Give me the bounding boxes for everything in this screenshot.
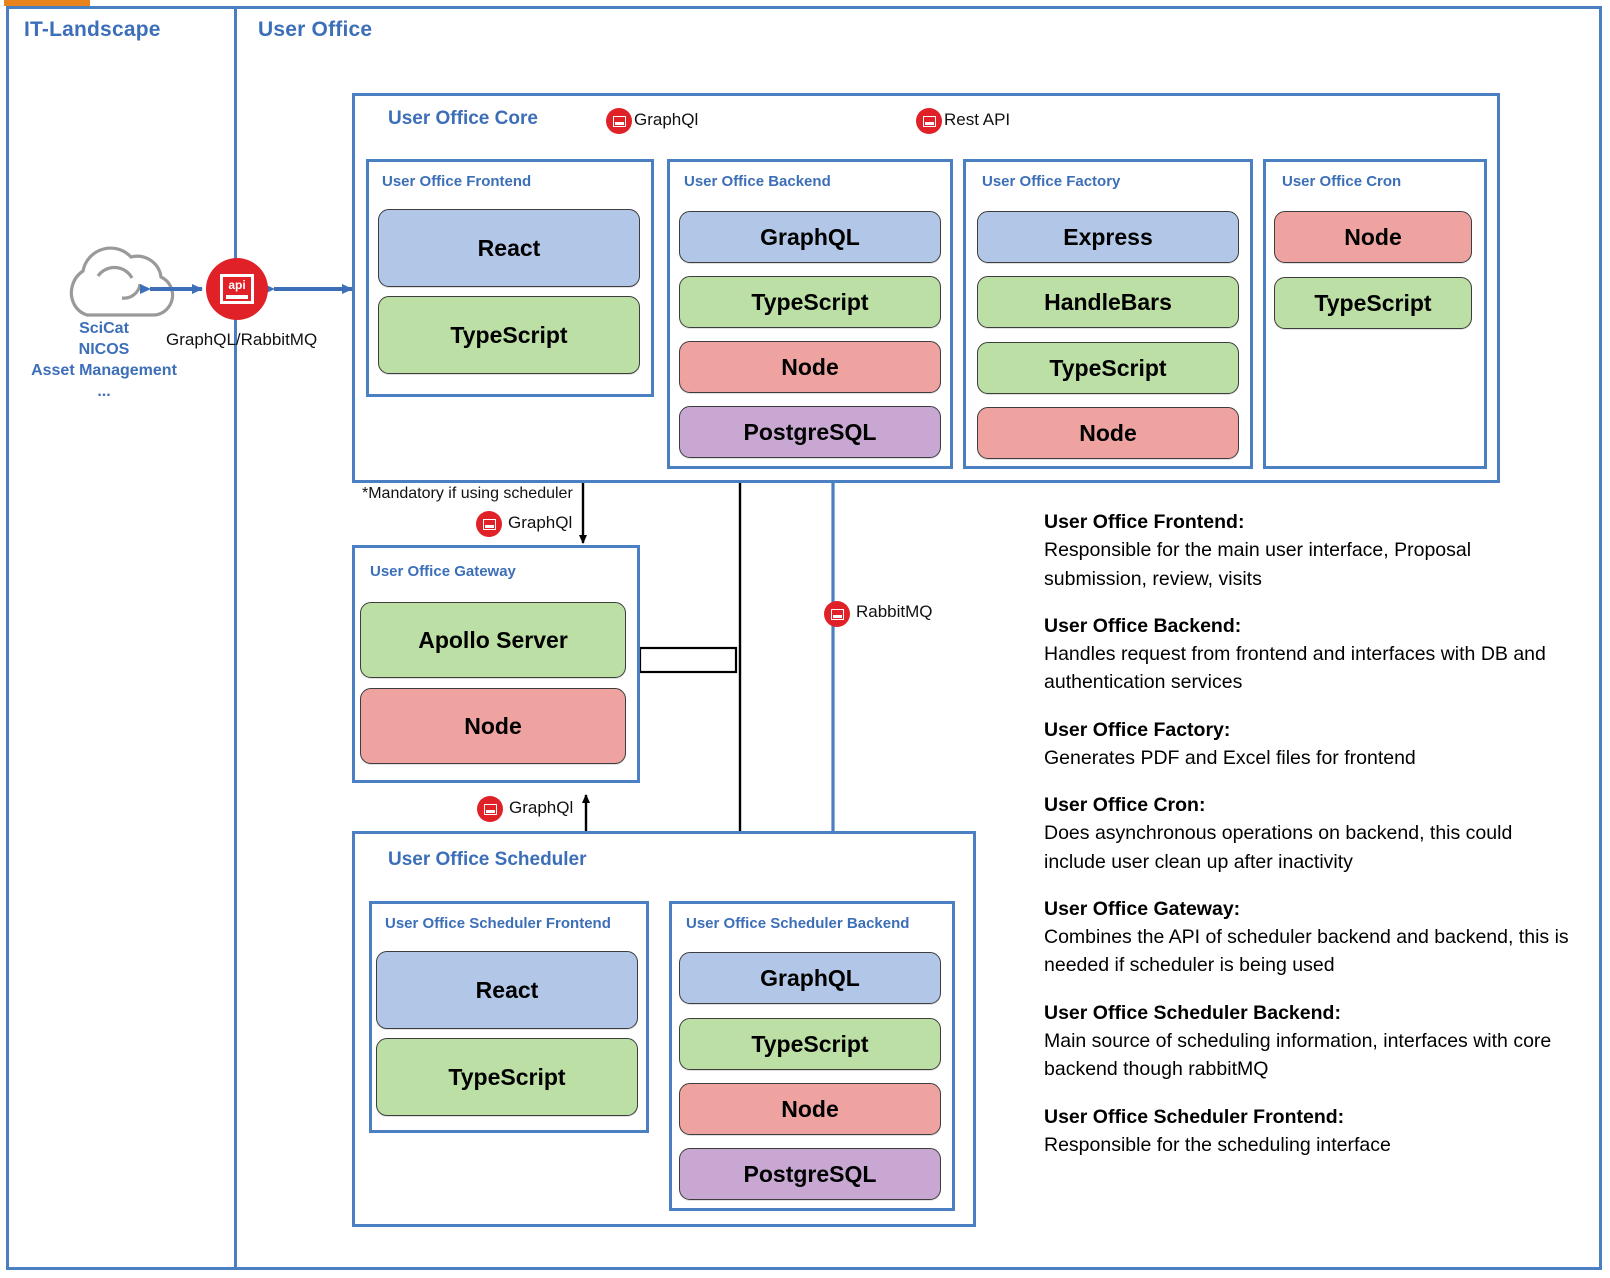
description-item: User Office Factory: Generates PDF and E… bbox=[1044, 716, 1574, 773]
description-item: User Office Gateway: Combines the API of… bbox=[1044, 895, 1574, 980]
api-icon-text: api bbox=[228, 278, 246, 292]
it-landscape-protocol-label: GraphQL/RabbitMQ bbox=[166, 330, 318, 349]
tech-typescript: TypeScript bbox=[977, 342, 1239, 394]
tech-typescript: TypeScript bbox=[679, 276, 941, 328]
user-office-core-title: User Office Core bbox=[388, 108, 538, 129]
tech-node: Node bbox=[1274, 211, 1472, 263]
module-title-backend: User Office Backend bbox=[684, 173, 831, 190]
tech-react: React bbox=[378, 209, 640, 287]
module-title-scheduler-frontend: User Office Scheduler Frontend bbox=[385, 915, 611, 932]
system-scicat: SciCat bbox=[79, 320, 129, 337]
api-gateway-icon: api bbox=[206, 258, 268, 320]
tech-apollo-server: Apollo Server bbox=[360, 602, 626, 678]
tech-typescript: TypeScript bbox=[1274, 277, 1472, 329]
tech-express: Express bbox=[977, 211, 1239, 263]
description-body: Does asynchronous operations on backend,… bbox=[1044, 822, 1513, 873]
description-heading: User Office Frontend: bbox=[1044, 511, 1245, 533]
rest-api-connector-label: Rest API bbox=[944, 110, 1011, 129]
description-item: User Office Scheduler Frontend: Responsi… bbox=[1044, 1103, 1574, 1160]
mandatory-scheduler-note: *Mandatory if using scheduler bbox=[362, 485, 573, 502]
rest-api-connector-icon bbox=[916, 108, 942, 134]
module-title-cron: User Office Cron bbox=[1282, 173, 1402, 190]
gateway-bottom-graphql-label: GraphQl bbox=[509, 798, 574, 817]
tech-graphql: GraphQL bbox=[679, 952, 941, 1004]
module-title-frontend: User Office Frontend bbox=[382, 173, 532, 190]
graphql-connector-icon bbox=[606, 108, 632, 134]
scheduler-title: User Office Scheduler bbox=[388, 849, 587, 870]
rabbitmq-connector-label: RabbitMQ bbox=[856, 602, 933, 621]
system-ellipsis: ... bbox=[97, 383, 111, 401]
rabbitmq-connector-icon bbox=[824, 601, 850, 627]
tech-typescript: TypeScript bbox=[378, 296, 640, 374]
system-asset-management: Asset Management bbox=[31, 362, 177, 380]
tech-typescript: TypeScript bbox=[376, 1038, 638, 1116]
gateway-top-graphql-label: GraphQl bbox=[508, 513, 573, 532]
description-heading: User Office Cron: bbox=[1044, 794, 1206, 817]
zone-title-it-landscape: IT-Landscape bbox=[24, 18, 161, 41]
tech-node: Node bbox=[977, 407, 1239, 459]
tech-handlebars: HandleBars bbox=[977, 276, 1239, 328]
system-nicos: NICOS bbox=[78, 341, 130, 359]
description-body: Responsible for the main user interface,… bbox=[1044, 539, 1472, 590]
tech-typescript: TypeScript bbox=[679, 1018, 941, 1070]
graphql-connector-label: GraphQl bbox=[634, 110, 699, 129]
description-body: Combines the API of scheduler backend an… bbox=[1044, 926, 1569, 977]
description-item: User Office Scheduler Backend: Main sour… bbox=[1044, 999, 1574, 1084]
description-item: User Office Frontend: Responsible for th… bbox=[1044, 508, 1574, 593]
tech-node: Node bbox=[679, 1083, 941, 1135]
description-body: Generates PDF and Excel files for fronte… bbox=[1044, 746, 1416, 769]
tech-node: Node bbox=[679, 341, 941, 393]
gateway-title: User Office Gateway bbox=[370, 563, 516, 580]
module-title-factory: User Office Factory bbox=[982, 173, 1121, 190]
description-body: Handles request from frontend and interf… bbox=[1044, 643, 1546, 694]
description-heading: User Office Scheduler Backend: bbox=[1044, 1001, 1341, 1024]
description-item: User Office Cron: Does asynchronous oper… bbox=[1044, 791, 1574, 876]
description-body: Responsible for the scheduling interface bbox=[1044, 1133, 1391, 1156]
tech-graphql: GraphQL bbox=[679, 211, 941, 263]
description-item: User Office Backend: Handles request fro… bbox=[1044, 612, 1574, 697]
description-heading: User Office Gateway: bbox=[1044, 897, 1241, 920]
tech-node: Node bbox=[360, 688, 626, 764]
component-descriptions: User Office Frontend: Responsible for th… bbox=[1044, 508, 1574, 1159]
zone-title-user-office: User Office bbox=[258, 18, 373, 41]
gateway-top-graphql-icon bbox=[476, 511, 502, 537]
gateway-bottom-graphql-icon bbox=[477, 796, 503, 822]
diagram-canvas: IT-Landscape User Office api SciCat NICO… bbox=[0, 0, 1610, 1278]
tech-postgresql: PostgreSQL bbox=[679, 406, 941, 458]
zone-divider bbox=[234, 9, 237, 1267]
it-landscape-systems-label: SciCat NICOS Asset Management ... bbox=[24, 318, 184, 402]
tech-postgresql: PostgreSQL bbox=[679, 1148, 941, 1200]
description-heading: User Office Scheduler Frontend: bbox=[1044, 1105, 1345, 1128]
description-body: Main source of scheduling information, i… bbox=[1044, 1029, 1552, 1081]
module-title-scheduler-backend: User Office Scheduler Backend bbox=[686, 915, 910, 932]
tech-react: React bbox=[376, 951, 638, 1029]
description-heading: User Office Factory: bbox=[1044, 718, 1231, 741]
description-heading: User Office Backend: bbox=[1044, 614, 1242, 637]
